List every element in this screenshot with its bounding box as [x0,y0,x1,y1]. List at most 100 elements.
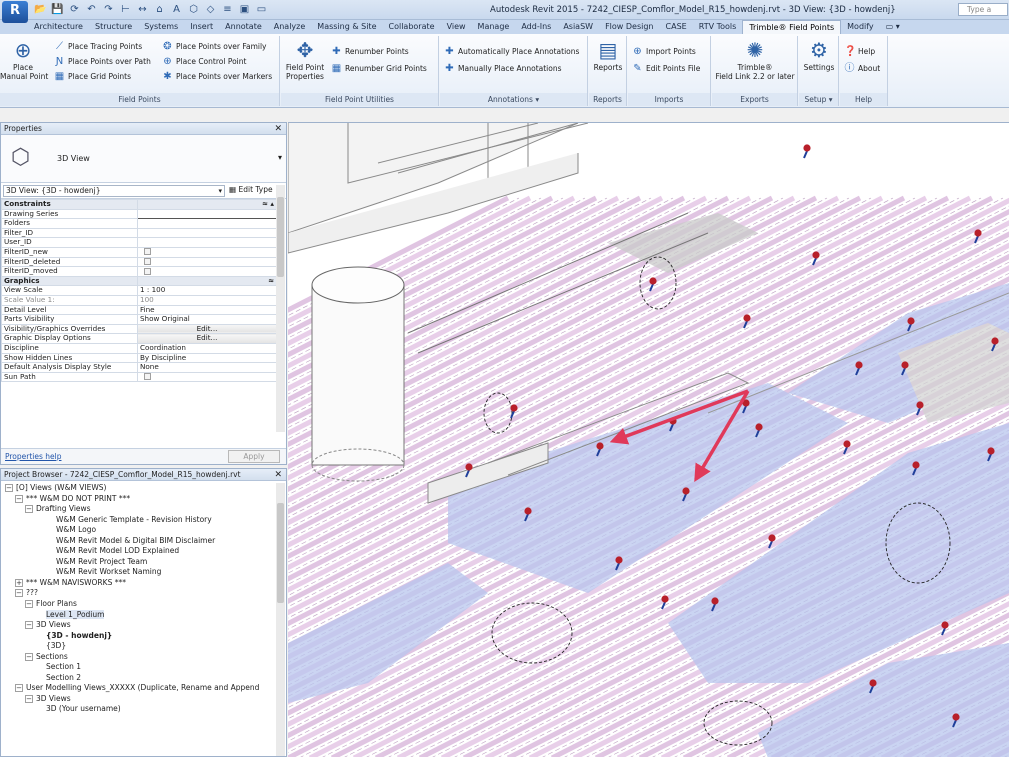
about-button[interactable]: ⓘ About [844,63,881,74]
panel-title-setup[interactable]: Setup ▾ [799,93,838,106]
text-icon[interactable]: A [170,3,183,16]
collapse-icon[interactable]: − [25,621,33,630]
collapse-icon[interactable]: − [15,589,23,598]
place-points-over-markers-button[interactable]: ✱ Place Points over Markers [162,71,272,82]
edit-button[interactable]: Edit... [137,333,277,344]
scrollbar-thumb[interactable] [277,503,284,603]
tab-[interactable]: ▭ ▾ [880,20,906,34]
checkbox-icon[interactable] [144,267,151,275]
close-icon[interactable]: ✕ [274,123,282,135]
redo-icon[interactable]: ↷ [102,3,115,16]
property-value[interactable]: None [137,362,277,373]
browser-node[interactable]: W&M Logo [1,525,286,536]
section-icon[interactable]: ◇ [204,3,217,16]
place-points-over-path-button[interactable]: Ɲ Place Points over Path [54,56,151,67]
tab-flow-design[interactable]: Flow Design [599,20,659,34]
tag-icon[interactable]: ⌂ [153,3,166,16]
help-search-input[interactable]: Type a [958,3,1008,16]
tab-collaborate[interactable]: Collaborate [383,20,441,34]
property-value[interactable] [137,227,277,239]
browser-node[interactable]: − User Modelling Views_XXXXX (Duplicate, … [1,683,286,694]
renumber-grid-points-button[interactable]: ▦ Renumber Grid Points [331,63,427,74]
browser-node[interactable]: − Drafting Views [1,504,286,515]
edit-type-button[interactable]: ▦ Edit Type [229,185,273,194]
application-menu-button[interactable]: R [2,1,28,23]
browser-node[interactable]: −??? [1,588,286,599]
property-value[interactable]: By Discipline [137,352,277,364]
browser-node[interactable]: − Floor Plans [1,599,286,610]
collapse-icon[interactable]: − [15,684,23,693]
tab-insert[interactable]: Insert [184,20,219,34]
checkbox-icon[interactable] [144,373,151,381]
tab-systems[interactable]: Systems [138,20,184,34]
collapse-icon[interactable]: − [25,652,33,661]
tab-case[interactable]: CASE [660,20,693,34]
property-group[interactable]: Constraints ≈ ▴ [1,199,277,210]
browser-node[interactable]: −3D Views [1,620,286,631]
place-tracing-points-button[interactable]: ⟋ Place Tracing Points [54,41,142,52]
property-checkbox[interactable] [137,256,277,268]
browser-node[interactable]: 3D (Your username) [1,704,286,715]
place-manual-point-button[interactable]: ⊕ Place Manual Point [0,39,48,81]
3d-model-view[interactable] [288,123,1009,757]
tab-modify[interactable]: Modify [841,20,880,34]
tab-manage[interactable]: Manage [472,20,516,34]
collapse-icon[interactable]: − [25,505,33,514]
edit-button[interactable]: Edit... [137,323,277,335]
browser-node[interactable]: W&M Generic Template - Revision History [1,515,286,526]
tab-rtv-tools[interactable]: RTV Tools [693,20,743,34]
property-checkbox[interactable] [137,246,277,258]
help-button[interactable]: ❓ Help [844,46,875,57]
tab-structure[interactable]: Structure [89,20,138,34]
browser-node[interactable]: W&M Revit Workset Naming [1,567,286,578]
chevron-down-icon[interactable]: ▾ [278,153,282,162]
checkbox-icon[interactable] [144,248,151,256]
field-point-marker[interactable] [803,144,811,159]
type-selector[interactable]: ⬡ 3D View ▾ [1,135,286,183]
browser-node[interactable]: W&M Revit Model LOD Explained [1,546,286,557]
tab-massing-site[interactable]: Massing & Site [311,20,382,34]
switch-windows-icon[interactable]: ▭ [255,3,268,16]
panel-title-annotations[interactable]: Annotations ▾ [440,93,587,106]
save-icon[interactable]: 💾 [51,3,64,16]
property-group[interactable]: Graphics ≈ [1,275,277,287]
collapse-icon[interactable]: − [25,694,33,703]
tab-view[interactable]: View [441,20,472,34]
place-grid-points-button[interactable]: ▦ Place Grid Points [54,71,131,82]
tab-annotate[interactable]: Annotate [219,20,268,34]
browser-scrollbar[interactable] [276,483,285,756]
edit-points-file-button[interactable]: ✎ Edit Points File [632,63,700,74]
tab-add-ins[interactable]: Add-Ins [515,20,557,34]
auto-place-annotations-button[interactable]: ✚ Automatically Place Annotations [444,46,579,57]
thin-lines-icon[interactable]: ≡ [221,3,234,16]
expand-icon[interactable]: + [15,578,23,587]
trimble-field-link-export-button[interactable]: ✺ Trimble® Field Link 2.2 or later [712,39,798,81]
measure-icon[interactable]: ⊢ [119,3,132,16]
browser-node[interactable]: W&M Revit Project Team [1,557,286,568]
browser-node[interactable]: Section 1 [1,662,286,673]
place-points-over-family-button[interactable]: ❂ Place Points over Family [162,41,266,52]
undo-icon[interactable]: ↶ [85,3,98,16]
manual-place-annotations-button[interactable]: ✚ Manually Place Annotations [444,63,561,74]
property-input[interactable] [137,208,277,220]
instance-filter-select[interactable]: 3D View: {3D - howdenj} ▾ [3,185,225,197]
browser-node[interactable]: − Sections [1,652,286,663]
browser-node[interactable]: Section 2 [1,673,286,684]
renumber-points-button[interactable]: ✚ Renumber Points [331,46,408,57]
scrollbar-thumb[interactable] [277,197,284,277]
settings-button[interactable]: ⚙ Settings [799,39,839,72]
3d-viewport[interactable] [288,122,1009,757]
browser-node[interactable]: −3D Views [1,694,286,705]
browser-node[interactable]: W&M Revit Model & Digital BIM Disclaimer [1,536,286,547]
browser-node[interactable]: Level 1_Podium [1,609,286,621]
open-icon[interactable]: 📂 [34,3,47,16]
property-value[interactable]: 1 : 100 [137,285,277,296]
collapse-icon[interactable]: − [25,600,33,609]
collapse-icon[interactable]: − [5,484,13,492]
apply-button[interactable]: Apply [228,450,280,463]
tab-analyze[interactable]: Analyze [268,20,312,34]
browser-node[interactable]: {3D - howdenj} [1,631,286,642]
browser-node[interactable]: + *** W&M NAVISWORKS *** [1,578,286,589]
dimension-icon[interactable]: ↔ [136,3,149,16]
property-value[interactable]: 100 [137,294,277,306]
